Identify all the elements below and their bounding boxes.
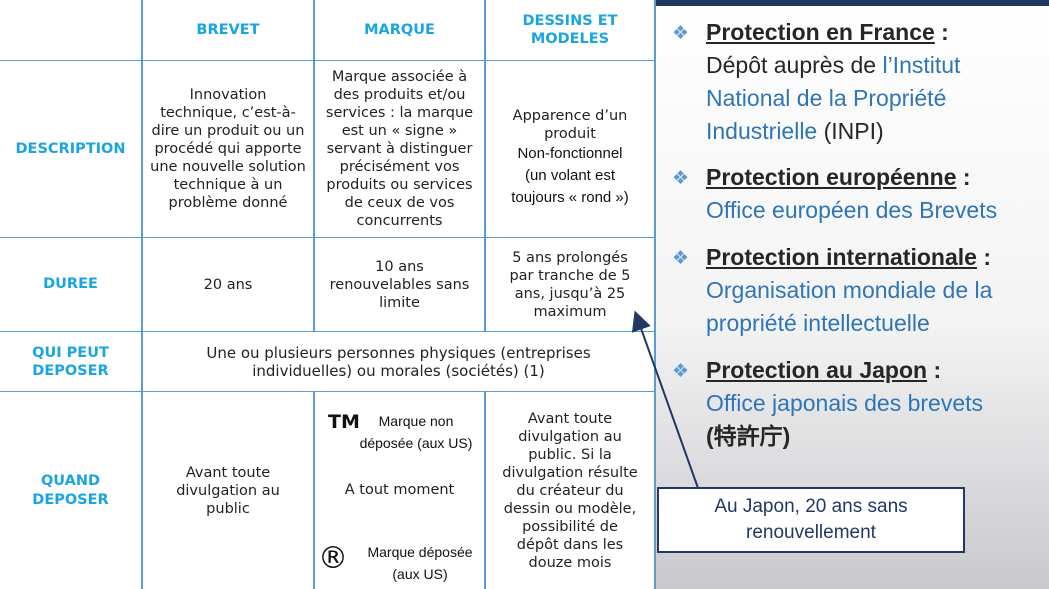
header-dessins-modeles: DESSINS ET MODELES (522, 13, 618, 47)
header-marque: MARQUE (364, 21, 435, 38)
panel-top-bar (656, 0, 1049, 6)
protection-international-title: Protection internationale : (706, 244, 991, 270)
diamond-bullet-icon: ❖ (672, 22, 690, 44)
description-marque: Marque associée à des produits et/ou servi… (325, 69, 474, 229)
protection-europe-body: Office européen des Brevets (706, 197, 998, 223)
registered-r-icon: ® (318, 541, 348, 576)
protection-europe-title: Protection européenne : (706, 164, 971, 190)
japan-callout-box: Au Japon, 20 ans sans renouvellement (657, 487, 965, 553)
protection-japon-title: Protection au Japon : (706, 357, 942, 383)
description-dessins: Apparence d’un produit Non-fonctionnel (u… (511, 108, 629, 206)
row-label-duree: DUREE (43, 276, 98, 292)
protection-international-body: Organisation mondiale de la propriété in… (706, 277, 993, 336)
row-label-description: DESCRIPTION (15, 140, 126, 157)
row-label-qui-peut-deposer: QUI PEUT DEPOSER (32, 344, 109, 379)
row-label-quand-deposer: QUAND DEPOSER (32, 472, 109, 508)
quand-deposer-brevet: Avant toute divulgation au public (176, 464, 280, 517)
quand-deposer-marque: A tout moment (344, 482, 455, 498)
r-registered-note: Marque déposée (aux US) (367, 544, 473, 582)
diamond-bullet-icon: ❖ (672, 167, 690, 189)
description-brevet: Innovation technique, c’est-à-dire un pro… (150, 87, 306, 211)
protection-france-body: Dépôt auprès de l’Institut National de l… (706, 52, 961, 144)
qui-peut-deposer-content: Une ou plusieurs personnes physiques (en… (206, 343, 591, 380)
duree-marque: 10 ans renouvelables sans limite (329, 258, 470, 311)
protection-france-title: Protection en France : (706, 19, 949, 45)
protection-japon-jpo-name: (特許庁) (706, 423, 791, 449)
duree-brevet: 20 ans (203, 276, 253, 293)
protection-japon-body: Office japonais des brevets (706, 390, 984, 416)
tm-unregistered-note: Marque non déposée (aux US) (359, 413, 473, 451)
callout-arrow (631, 310, 699, 489)
header-brevet: BREVET (196, 21, 260, 38)
diamond-bullet-icon: ❖ (672, 247, 690, 269)
